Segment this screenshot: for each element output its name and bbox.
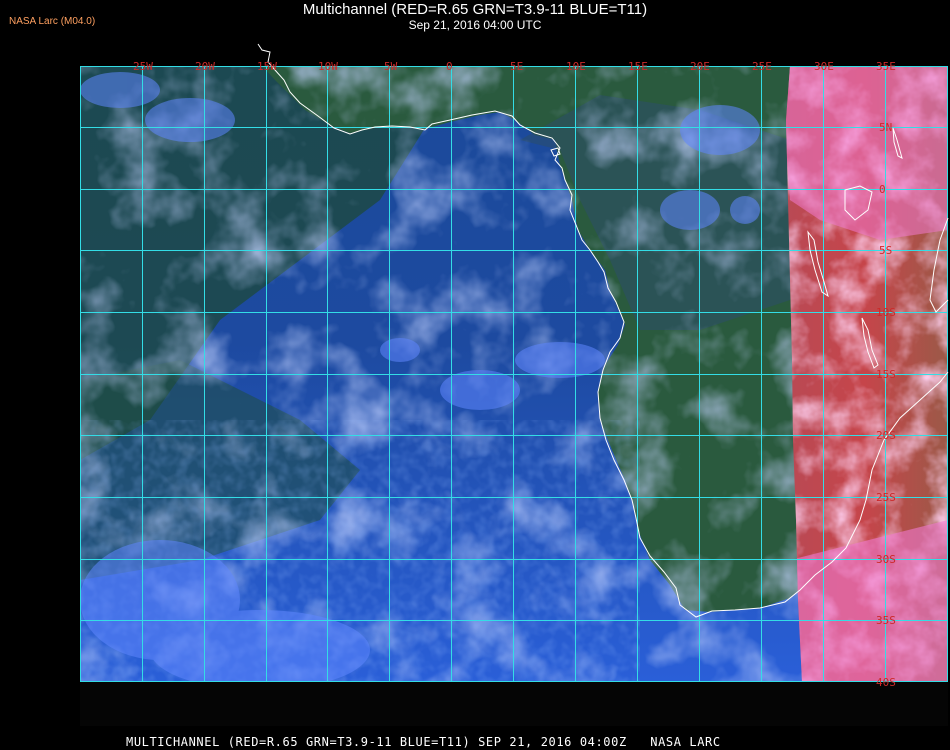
lat-label-10s: 10S	[876, 306, 896, 319]
lat-label-25s: 25S	[876, 491, 896, 504]
lat-label-5s: 5S	[879, 244, 892, 257]
lat-label-35s: 35S	[876, 614, 896, 627]
lon-label-15e: 15E	[628, 60, 648, 73]
lon-label-35e: 35E	[876, 60, 896, 73]
footer-caption: MULTICHANNEL (RED=R.65 GRN=T3.9-11 BLUE=…	[126, 735, 721, 749]
image-title: Multichannel (RED=R.65 GRN=T3.9-11 BLUE=…	[302, 1, 648, 18]
satellite-map: 25W 20W 15W 10W 5W 0 5E 10E 15E 20E 25E …	[80, 43, 949, 726]
lon-label-25w: 25W	[133, 60, 153, 73]
image-timestamp: Sep 21, 2016 04:00 UTC	[408, 18, 542, 32]
satellite-image-page: 25W 20W 15W 10W 5W 0 5E 10E 15E 20E 25E …	[0, 0, 950, 750]
lon-label-0: 0	[446, 60, 453, 73]
lon-label-10w: 10W	[318, 60, 338, 73]
lon-label-20w: 20W	[195, 60, 215, 73]
lon-label-15w: 15W	[257, 60, 277, 73]
lat-label-20s: 20S	[876, 429, 896, 442]
imagery-layer	[80, 66, 948, 682]
lat-label-15s: 15S	[876, 368, 896, 381]
image-bottom-strip	[80, 682, 948, 726]
lon-label-25e: 25E	[752, 60, 772, 73]
lon-label-20e: 20E	[690, 60, 710, 73]
lon-label-30e: 30E	[814, 60, 834, 73]
lon-label-5w: 5W	[384, 60, 398, 73]
lat-label-0: 0	[879, 183, 886, 196]
lon-label-5e: 5E	[510, 60, 523, 73]
lat-label-5n: 5N	[879, 121, 892, 134]
lat-label-40s: 40S	[876, 676, 896, 689]
lon-label-10e: 10E	[566, 60, 586, 73]
lat-label-30s: 30S	[876, 553, 896, 566]
